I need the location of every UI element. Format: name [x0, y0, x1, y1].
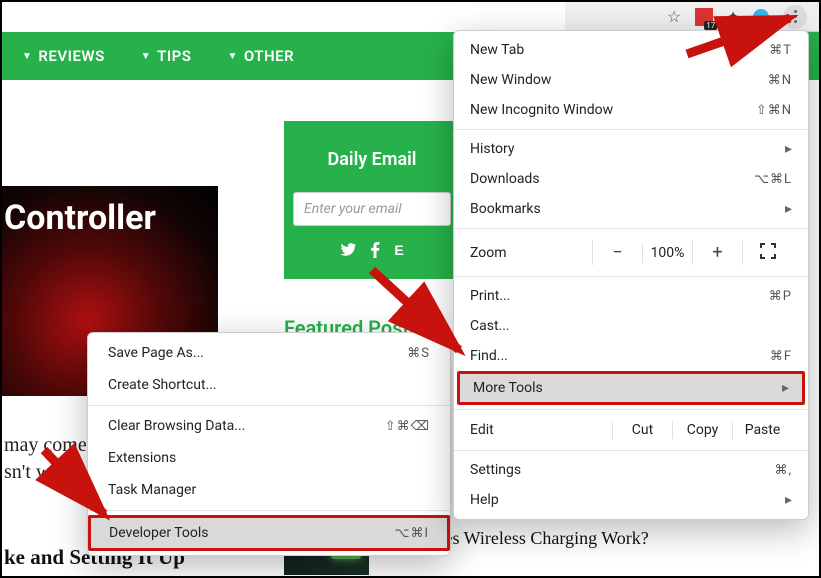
menu-separator [454, 276, 808, 277]
highlight-developer-tools: Developer Tools ⌥⌘I [88, 515, 450, 551]
social-icons: E [284, 242, 460, 262]
submenu-item-clear-browsing[interactable]: Clear Browsing Data... ⇧⌘⌫ [88, 410, 450, 442]
menu-shortcut: ⌥⌘I [394, 526, 429, 541]
menu-item-history[interactable]: History ▸ [454, 134, 808, 164]
menu-separator [88, 405, 450, 406]
nav-label: OTHER [244, 47, 294, 65]
menu-item-new-window[interactable]: New Window ⌘N [454, 65, 808, 95]
menu-item-downloads[interactable]: Downloads ⌥⌘L [454, 164, 808, 194]
menu-item-new-incognito[interactable]: New Incognito Window ⇧⌘N [454, 95, 808, 125]
nav-label: TIPS [157, 47, 191, 65]
menu-shortcut: ⌘P [769, 289, 792, 304]
menu-item-more-tools[interactable]: More Tools ▸ [460, 374, 802, 402]
fullscreen-button[interactable] [742, 241, 792, 265]
caret-down-icon: ▼ [141, 51, 151, 62]
caret-down-icon: ▼ [227, 51, 237, 62]
submenu-item-extensions[interactable]: Extensions [88, 442, 450, 474]
menu-separator [454, 450, 808, 451]
menu-label: History [470, 141, 515, 157]
menu-shortcut: ⇧⌘⌫ [385, 419, 430, 434]
menu-item-zoom: Zoom − 100% + [454, 233, 808, 272]
email-box-title: Daily Email [284, 149, 460, 170]
menu-shortcut: ⌘F [770, 349, 792, 364]
zoom-out-button[interactable]: − [592, 240, 642, 265]
menu-label: Help [470, 492, 499, 508]
menu-separator [454, 228, 808, 229]
menu-label: Zoom [470, 245, 592, 261]
chevron-right-icon: ▸ [785, 201, 792, 217]
menu-item-print[interactable]: Print... ⌘P [454, 281, 808, 311]
menu-separator [454, 409, 808, 410]
email-placeholder: Enter your email [304, 201, 402, 217]
fullscreen-icon [760, 243, 776, 259]
zoom-in-button[interactable]: + [692, 240, 742, 265]
annotation-arrow-to-menu-button [682, 12, 812, 66]
nav-label: REVIEWS [38, 47, 104, 65]
edit-cut-button[interactable]: Cut [612, 421, 672, 439]
menu-label: Settings [470, 462, 521, 478]
menu-label: Save Page As... [108, 345, 204, 361]
menu-item-bookmarks[interactable]: Bookmarks ▸ [454, 194, 808, 224]
menu-item-cast[interactable]: Cast... [454, 311, 808, 341]
chevron-right-icon: ▸ [782, 380, 789, 396]
menu-label: New Incognito Window [470, 102, 613, 118]
annotation-arrow-to-more-tools [364, 262, 484, 376]
nav-item-tips[interactable]: ▼ TIPS [141, 47, 192, 65]
zoom-value: 100% [642, 243, 692, 263]
menu-item-help[interactable]: Help ▸ [454, 485, 808, 515]
menu-label: Bookmarks [470, 201, 541, 217]
submenu-item-developer-tools[interactable]: Developer Tools ⌥⌘I [91, 518, 447, 548]
edit-copy-button[interactable]: Copy [672, 421, 732, 439]
menu-separator [88, 510, 450, 511]
menu-item-find[interactable]: Find... ⌘F [454, 341, 808, 371]
menu-shortcut: ⇧⌘N [756, 103, 792, 118]
nav-item-other[interactable]: ▼ OTHER [227, 47, 294, 65]
menu-item-edit: Edit Cut Copy Paste [454, 414, 808, 446]
hero-overlay-text: Controller [4, 198, 156, 238]
menu-label: Create Shortcut... [108, 377, 217, 393]
edit-paste-button[interactable]: Paste [732, 421, 792, 439]
nav-item-reviews[interactable]: ▼ REVIEWS [22, 47, 105, 65]
menu-label: Edit [470, 422, 612, 438]
menu-label: Clear Browsing Data... [108, 418, 245, 434]
menu-shortcut: ⌘, [774, 463, 792, 478]
facebook-icon[interactable] [370, 242, 380, 262]
menu-label: New Tab [470, 42, 524, 58]
chevron-right-icon: ▸ [785, 141, 792, 157]
chevron-right-icon: ▸ [785, 492, 792, 508]
star-icon[interactable]: ☆ [667, 7, 681, 26]
menu-shortcut: ⌘N [768, 73, 792, 88]
menu-item-settings[interactable]: Settings ⌘, [454, 455, 808, 485]
more-icon[interactable]: E [394, 242, 403, 262]
menu-label: Downloads [470, 171, 540, 187]
menu-label: More Tools [473, 380, 543, 396]
highlight-more-tools: More Tools ▸ [457, 371, 805, 405]
menu-label: New Window [470, 72, 551, 88]
annotation-arrow-to-developer-tools [26, 442, 136, 546]
caret-down-icon: ▼ [22, 51, 32, 62]
chrome-main-menu: New Tab ⌘T New Window ⌘N New Incognito W… [453, 30, 809, 520]
email-input[interactable]: Enter your email [293, 192, 451, 226]
submenu-item-task-manager[interactable]: Task Manager [88, 474, 450, 506]
twitter-icon[interactable] [340, 242, 356, 262]
email-signup-box: Daily Email Enter your email E [284, 121, 460, 279]
menu-shortcut: ⌥⌘L [754, 172, 792, 187]
menu-separator [454, 129, 808, 130]
